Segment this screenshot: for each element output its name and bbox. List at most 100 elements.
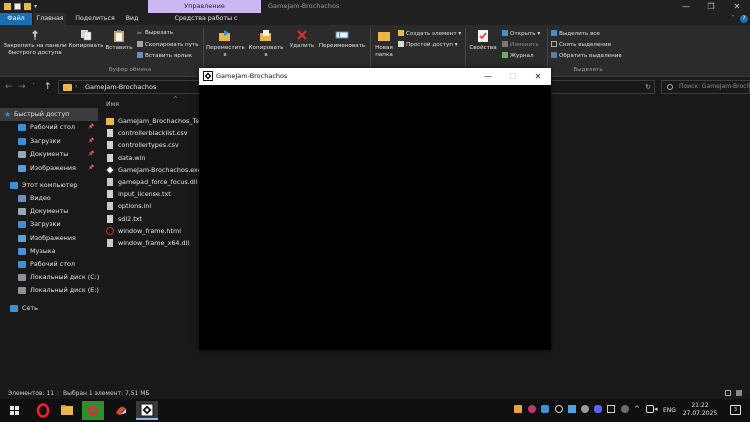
refresh-icon[interactable]: ↻ [645,81,651,93]
delete-button[interactable]: Удалить [288,29,316,50]
move-to-button[interactable]: Переместить в [206,29,245,59]
notifications-button[interactable]: 3 [730,405,741,415]
tab-file[interactable]: Файл [0,13,32,25]
pc-item[interactable]: Музыка [0,245,98,258]
paste-button[interactable]: Вставить [105,29,133,52]
invert-selection-button[interactable]: Обратить выделение [551,52,622,60]
status-divider: | [57,390,60,397]
tray-discord-icon[interactable] [594,405,602,413]
nav-network-label: Сеть [22,304,38,312]
taskbar-gamejam-brochachos[interactable] [136,401,158,420]
new-item-button[interactable]: Создать элемент ▾ [398,30,461,38]
minimize-button[interactable]: — [676,0,696,13]
quick-item-label: Рабочий стол [30,123,75,131]
open-button[interactable]: Открыть ▾ [502,30,540,38]
easy-access-button[interactable]: Простой доступ ▾ [398,41,458,49]
start-button[interactable] [4,401,26,420]
drive-icon [18,287,26,295]
copy-button[interactable]: Копировать [68,29,104,50]
tray-app-cyan-icon[interactable] [568,405,576,413]
copy-to-button[interactable]: Копировать в [246,29,286,59]
pc-item[interactable]: Изображения [0,232,98,245]
nav-network[interactable]: Сеть [0,302,98,315]
tray-vpn-icon[interactable] [555,405,563,413]
recent-locations-button[interactable]: ˅ [32,81,35,93]
game-window[interactable]: GameJam-Brochachos — ☐ ✕ [199,68,551,350]
up-button[interactable]: ↑ [44,81,52,93]
pc-item[interactable]: Локальный диск (E:) [0,284,99,297]
tray-app-outline-icon[interactable] [607,405,615,413]
volume-icon[interactable]: ◂ [654,405,662,413]
column-header-name[interactable]: Имя [106,100,119,110]
taskbar-explorer[interactable] [56,401,78,420]
clock[interactable]: 21:22 27.07.2025 [680,402,720,418]
folder-icon [4,3,11,10]
status-selection: Выбран 1 элемент: 7,51 МБ [63,390,150,397]
address-path[interactable]: GameJam-Brochachos [85,81,156,93]
language-indicator[interactable]: ENG [663,399,676,422]
forward-button[interactable]: → [18,81,26,93]
game-maximize-button[interactable]: ☐ [501,68,525,85]
details-view-icon[interactable] [725,390,731,396]
game-close-button[interactable]: ✕ [526,68,550,85]
pc-item[interactable]: Видео [0,192,98,205]
copy-path-button[interactable]: Скопировать путь [137,41,199,49]
maximize-button[interactable]: ❐ [701,0,721,13]
tab-manage[interactable]: Управление [148,0,261,13]
tray-steam-icon[interactable] [581,405,589,413]
tray-app-grey-icon[interactable] [621,405,629,413]
csv-file-icon [107,129,113,138]
tray-app-blue-icon[interactable] [541,405,549,413]
quick-item[interactable]: Изображения 📌 [0,162,98,175]
pc-item[interactable]: Рабочий стол [0,258,98,271]
copy-path-icon [137,41,143,47]
back-button[interactable]: ← [5,81,13,93]
chevron-down-icon[interactable]: ▾ [34,3,41,10]
tab-app-tools[interactable]: Средства работы с приложениями [150,13,262,34]
paste-shortcut-button[interactable]: Вставить ярлык [137,52,192,60]
ribbon-collapse-icon[interactable]: ˅ [728,13,738,25]
tab-share[interactable]: Поделиться [70,13,120,25]
game-canvas[interactable] [199,85,551,350]
invert-selection-label: Обратить выделение [559,53,622,59]
quick-item[interactable]: Рабочий стол 📌 [0,121,98,134]
properties-button[interactable]: Свойства [468,29,498,52]
select-none-icon [551,41,557,47]
tray-app-orange-icon[interactable] [514,405,522,413]
network-status-icon[interactable] [646,405,654,413]
help-icon[interactable]: ? [740,15,748,23]
new-folder-icon[interactable] [24,3,31,10]
pc-item[interactable]: Локальный диск (C:) [0,271,99,284]
tray-overflow-icon[interactable]: ^ [634,405,642,413]
properties-icon[interactable] [14,3,21,10]
edit-button[interactable]: Изменить [502,41,539,49]
folder-icon [106,118,114,125]
tab-view[interactable]: Вид [122,13,142,25]
taskbar-opera[interactable] [32,401,54,420]
game-minimize-button[interactable]: — [476,68,500,85]
quick-item[interactable]: Документы 📌 [0,148,98,161]
rename-button[interactable]: Переименовать [316,29,368,50]
close-button[interactable]: ✕ [727,0,747,13]
tab-home[interactable]: Главная [34,13,66,25]
pc-item[interactable]: Документы [0,205,98,218]
cut-button[interactable]: ✂ Вырезать [137,30,173,37]
search-input[interactable]: Поиск: GameJam-Brochachos [661,80,750,94]
select-none-button[interactable]: Снять выделение [551,41,611,49]
game-window-title-bar[interactable]: GameJam-Brochachos — ☐ ✕ [199,68,551,85]
videos-icon [18,195,26,202]
taskbar-game-app-green[interactable] [82,401,104,420]
new-folder-button[interactable]: Новая папка [372,29,396,59]
nav-this-pc[interactable]: Этот компьютер [0,179,98,192]
history-button[interactable]: Журнал [502,52,534,60]
nav-quick-access[interactable]: ★ Быстрый доступ [0,108,98,121]
select-all-button[interactable]: Выделить все [551,30,600,38]
drive-icon [18,274,26,282]
quick-item[interactable]: Загрузки 📌 [0,135,98,148]
pc-item-label: Загрузки [30,220,61,229]
large-icons-view-icon[interactable] [736,390,742,396]
taskbar-app-red[interactable] [110,401,132,420]
pin-quick-access-button[interactable]: Закрепить на панели быстрого доступа [2,29,68,57]
pc-item[interactable]: Загрузки [0,218,98,231]
tray-app-pink-icon[interactable] [528,405,536,413]
